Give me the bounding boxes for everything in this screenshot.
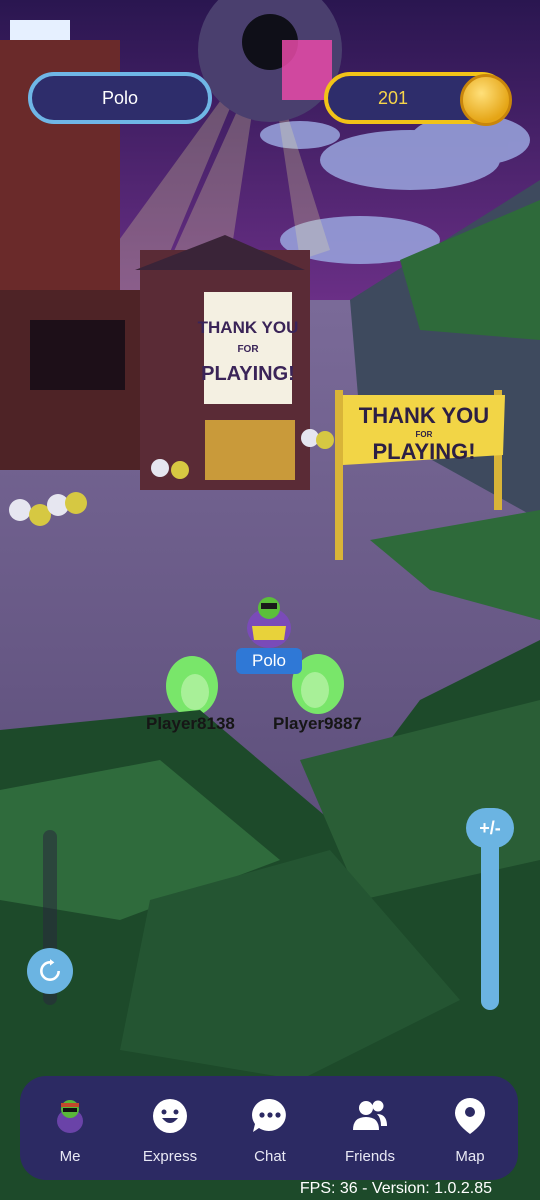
player-name-tag: Polo: [236, 648, 302, 674]
friends-icon: [350, 1096, 390, 1136]
rotate-icon: [40, 959, 60, 981]
nav-friends[interactable]: Friends: [325, 1076, 415, 1180]
rotate-camera-button[interactable]: [27, 948, 73, 994]
player-name-display: Polo: [28, 72, 212, 124]
nav-me-label: Me: [59, 1148, 81, 1165]
nav-map-label: Map: [455, 1148, 485, 1165]
board-sign-line3: PLAYING!: [201, 363, 295, 385]
chat-bubble-icon: [250, 1096, 290, 1136]
fps-version-text: FPS: 36 - Version: 1.0.2.85: [299, 1180, 492, 1197]
nav-express[interactable]: Express: [125, 1076, 215, 1180]
coin-icon: [460, 74, 512, 126]
map-pin-icon: [450, 1096, 490, 1136]
bottom-nav-bar: Me Express Chat Friends Map: [20, 1076, 518, 1180]
game-scene[interactable]: THANK YOU FOR PLAYING! THANK YOU FOR PLA…: [0, 0, 540, 1200]
other-player-label: Player8138: [146, 714, 235, 733]
nav-me[interactable]: Me: [25, 1076, 115, 1180]
nav-map[interactable]: Map: [425, 1076, 515, 1180]
zoom-slider[interactable]: [481, 820, 499, 1010]
banner-sign-line2: FOR: [416, 430, 433, 439]
penguin-avatar-icon: [50, 1096, 90, 1136]
banner-sign-line1: THANK YOU: [359, 403, 489, 428]
nav-friends-label: Friends: [344, 1148, 396, 1165]
nav-express-label: Express: [142, 1148, 198, 1165]
penguin-player8138[interactable]: [166, 656, 218, 716]
other-player-label: Player9887: [273, 714, 362, 733]
banner-sign-line3: PLAYING!: [372, 439, 475, 464]
board-sign-line1: THANK YOU: [198, 318, 299, 337]
nav-chat-label: Chat: [254, 1148, 286, 1165]
smiley-icon: [150, 1096, 190, 1136]
zoom-handle-button[interactable]: +/-: [466, 808, 514, 848]
nav-chat[interactable]: Chat: [225, 1076, 315, 1180]
board-sign-line2: FOR: [237, 344, 259, 355]
